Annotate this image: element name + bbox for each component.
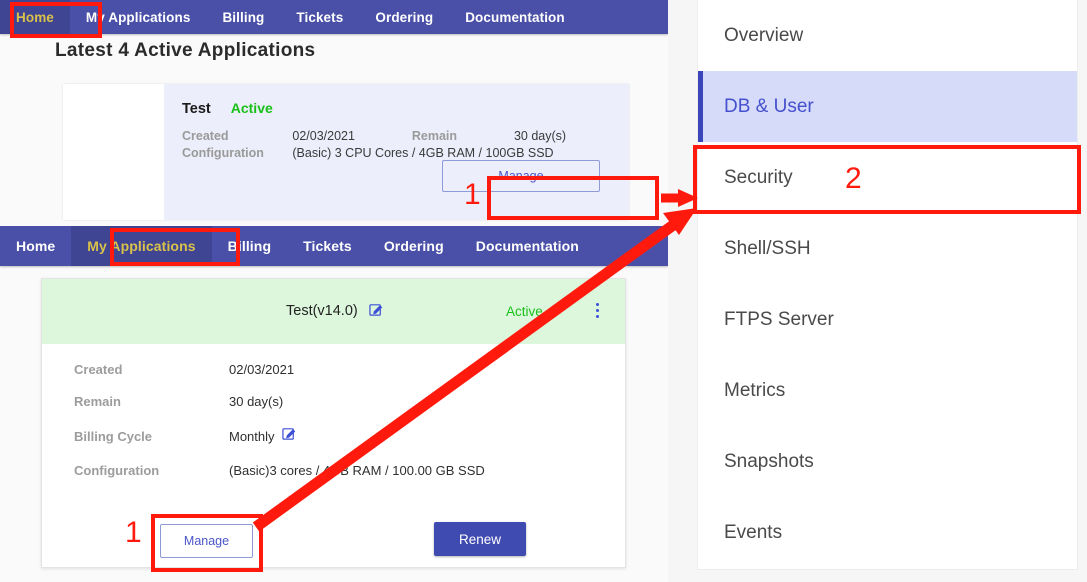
- nav-item-home[interactable]: Home: [0, 0, 70, 34]
- detail-row: Configuration (Basic)3 cores / 4GB RAM /…: [74, 463, 625, 478]
- configuration-value: (Basic)3 cores / 4GB RAM / 100.00 GB SSD: [229, 463, 485, 478]
- sidebar-item-db-and-user[interactable]: DB & User: [698, 71, 1077, 142]
- sidebar-item-ftps-server[interactable]: FTPS Server: [698, 284, 1077, 355]
- remain-value: 30 day(s): [514, 129, 615, 143]
- billing-cycle-value: Monthly: [229, 429, 275, 444]
- status-badge: Active: [506, 304, 543, 319]
- page-title: Latest 4 Active Applications: [55, 40, 315, 62]
- nav-item-my-applications[interactable]: My Applications: [71, 226, 211, 266]
- sidebar-item-shell-ssh[interactable]: Shell/SSH: [698, 213, 1077, 284]
- application-card-header: Test Active: [182, 100, 615, 117]
- billing-cycle-label: Billing Cycle: [74, 429, 229, 444]
- nav-item-ordering[interactable]: Ordering: [359, 0, 449, 34]
- applications-navbar: Home My Applications Billing Tickets Ord…: [0, 226, 668, 266]
- manage-sidebar-panel: Overview DB & User Security Shell/SSH FT…: [697, 0, 1078, 570]
- more-options-icon[interactable]: [590, 303, 604, 321]
- created-value: 02/03/2021: [292, 129, 403, 143]
- configuration-label: Configuration: [74, 463, 229, 478]
- detail-row: Created 02/03/2021: [74, 362, 625, 377]
- detail-row: Billing Cycle Monthly: [74, 426, 625, 446]
- manage-button[interactable]: Manage: [442, 160, 600, 192]
- created-value: 02/03/2021: [229, 362, 294, 377]
- nav-item-home[interactable]: Home: [0, 226, 71, 266]
- edit-billing-cycle-icon[interactable]: [282, 426, 297, 446]
- application-name: Test(v14.0): [286, 302, 384, 321]
- sidebar-item-events[interactable]: Events: [698, 497, 1077, 568]
- nav-item-ordering[interactable]: Ordering: [368, 226, 460, 266]
- sidebar-item-metrics[interactable]: Metrics: [698, 355, 1077, 426]
- created-label: Created: [74, 362, 229, 377]
- application-detail-card: Test(v14.0) Active Created 02/03/2021 Re…: [41, 278, 626, 568]
- application-detail-list: Created 02/03/2021 Remain 30 day(s) Bill…: [42, 344, 625, 478]
- created-label: Created: [182, 129, 284, 143]
- application-details: Created 02/03/2021 Remain 30 day(s) Conf…: [182, 129, 615, 160]
- application-card-body: Test Active Created 02/03/2021 Remain 30…: [164, 84, 629, 220]
- sidebar-item-snapshots[interactable]: Snapshots: [698, 426, 1077, 497]
- status-badge: Active: [231, 100, 273, 116]
- edit-name-icon[interactable]: [369, 302, 384, 321]
- nav-item-tickets[interactable]: Tickets: [287, 226, 368, 266]
- configuration-value: (Basic) 3 CPU Cores / 4GB RAM / 100GB SS…: [292, 146, 615, 160]
- nav-item-documentation[interactable]: Documentation: [449, 0, 581, 34]
- home-navbar: Home My Applications Billing Tickets Ord…: [0, 0, 668, 34]
- nav-item-tickets[interactable]: Tickets: [280, 0, 359, 34]
- application-name: Test: [182, 101, 211, 117]
- nav-item-billing[interactable]: Billing: [212, 226, 287, 266]
- application-name-text: Test(v14.0): [286, 303, 358, 319]
- application-card: Test Active Created 02/03/2021 Remain 30…: [63, 84, 629, 220]
- detail-row: Remain 30 day(s): [74, 394, 625, 409]
- renew-button[interactable]: Renew: [434, 522, 526, 556]
- nav-item-documentation[interactable]: Documentation: [460, 226, 595, 266]
- application-thumbnail: [63, 84, 164, 220]
- sidebar-item-overview[interactable]: Overview: [698, 0, 1077, 71]
- remain-value: 30 day(s): [229, 394, 283, 409]
- manage-button[interactable]: Manage: [160, 524, 253, 558]
- home-screenshot-panel: Home My Applications Billing Tickets Ord…: [0, 0, 668, 228]
- remain-label: Remain: [74, 394, 229, 409]
- application-card-header: Test(v14.0) Active: [42, 279, 625, 344]
- configuration-label: Configuration: [182, 146, 284, 160]
- remain-label: Remain: [412, 129, 506, 143]
- sidebar-item-security[interactable]: Security: [698, 142, 1077, 213]
- nav-item-billing[interactable]: Billing: [206, 0, 280, 34]
- nav-item-my-applications[interactable]: My Applications: [70, 0, 207, 34]
